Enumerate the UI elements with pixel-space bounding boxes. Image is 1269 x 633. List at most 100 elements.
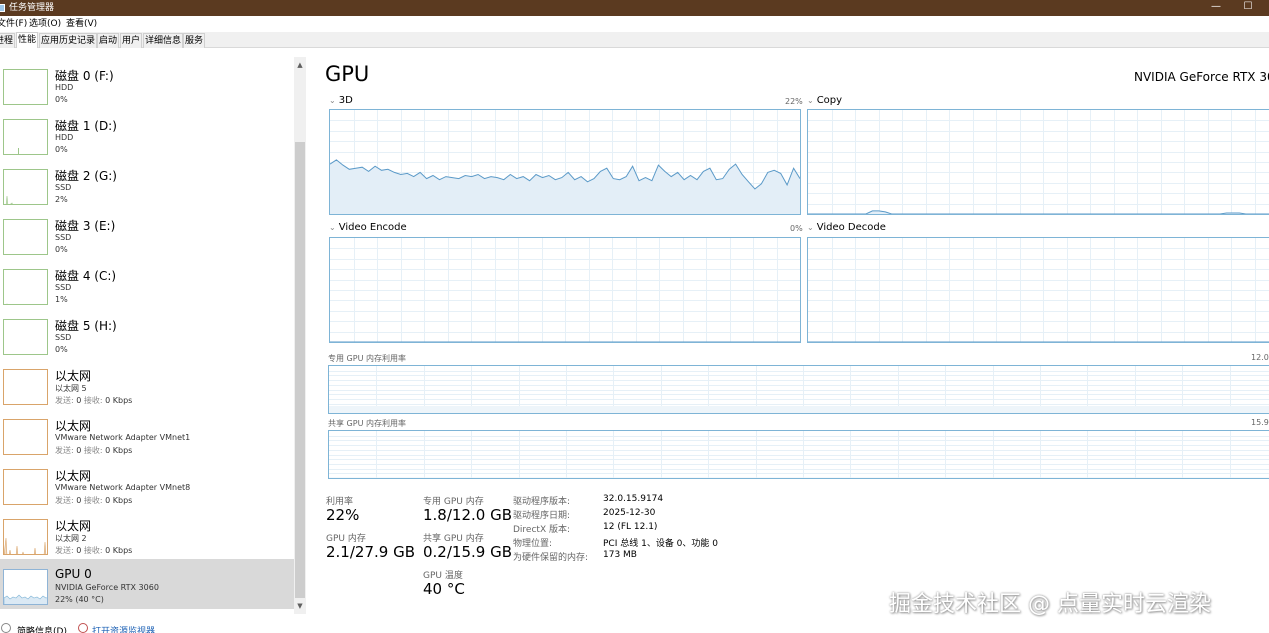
resource-name: 磁盘 5 (H:)	[55, 319, 117, 333]
disk-mini-graph	[3, 119, 48, 155]
resource-value: 0%	[55, 245, 68, 254]
resource-name: 磁盘 1 (D:)	[55, 119, 117, 133]
watermark-text: 掘金技术社区 @ 点量实时云渲染	[889, 592, 1211, 617]
resource-disk-2[interactable]: 磁盘 2 (G:) SSD 2%	[0, 159, 294, 209]
resource-disk-5[interactable]: 磁盘 5 (H:) SSD 0%	[0, 309, 294, 359]
resource-value: 发送: 0 接收: 0 Kbps	[55, 446, 133, 455]
engine-copy-graph	[807, 109, 1269, 215]
open-resource-monitor-link[interactable]: 打开资源监视器	[92, 624, 155, 633]
resource-ethernet-vmnet1[interactable]: 以太网 VMware Network Adapter VMnet1 发送: 0 …	[0, 409, 294, 459]
task-manager-icon	[0, 4, 5, 12]
engine-video-decode-graph	[807, 237, 1269, 343]
directx-version-key: DirectX 版本:	[513, 525, 571, 535]
driver-version-value: 32.0.15.9174	[603, 494, 664, 504]
physical-location-key: 物理位置:	[513, 539, 553, 549]
menu-bar: 文件(F) 选项(O) 查看(V)	[0, 16, 1269, 32]
gpu-model-name: NVIDIA GeForce RTX 30	[1134, 70, 1269, 84]
resource-gpu-0[interactable]: GPU 0 NVIDIA GeForce RTX 3060 22% (40 °C…	[0, 559, 294, 609]
engine-selector-video-decode[interactable]: ⌄ Video Decode	[807, 222, 886, 233]
ethernet-mini-graph	[3, 419, 48, 455]
tab-startup[interactable]: 启动	[97, 33, 120, 48]
engine-selector-3d[interactable]: ⌄ 3D	[329, 95, 353, 106]
resource-disk-1[interactable]: 磁盘 1 (D:) HDD 0%	[0, 109, 294, 159]
resource-disk-0[interactable]: 磁盘 0 (F:) HDD 0%	[0, 59, 294, 109]
shared-memory-stat-value: 0.2/15.9 GB	[423, 543, 512, 561]
fewer-details-link[interactable]: 简略信息(D)	[17, 624, 67, 633]
resource-type: NVIDIA GeForce RTX 3060	[55, 583, 159, 592]
directx-version-value: 12 (FL 12.1)	[603, 522, 658, 532]
disk-mini-graph	[3, 269, 48, 305]
resource-type: VMware Network Adapter VMnet8	[55, 483, 191, 492]
disk-mini-graph	[3, 319, 48, 355]
driver-date-key: 驱动程序日期:	[513, 511, 571, 521]
resource-value: 22% (40 °C)	[55, 595, 104, 604]
resource-value: 0%	[55, 345, 68, 354]
resource-monitor-icon[interactable]	[78, 623, 88, 633]
disk-mini-graph	[3, 69, 48, 105]
engine-3d-percent: 22%	[785, 97, 803, 106]
resource-type: SSD	[55, 233, 72, 242]
engine-3d-graph	[329, 109, 801, 215]
footer-bar: 简略信息(D) 打开资源监视器	[0, 621, 1269, 633]
ethernet-mini-graph	[3, 519, 48, 555]
resource-name: 以太网	[55, 369, 92, 383]
resource-disk-4[interactable]: 磁盘 4 (C:) SSD 1%	[0, 259, 294, 309]
resource-value: 1%	[55, 295, 68, 304]
chevron-down-icon: ⌄	[329, 223, 336, 232]
tab-services[interactable]: 服务	[183, 33, 206, 48]
resource-name: 磁盘 3 (E:)	[55, 219, 116, 233]
engine-video-encode-percent: 0%	[790, 224, 803, 233]
menu-options[interactable]: 选项(O)	[29, 16, 61, 32]
shared-memory-label: 共享 GPU 内存利用率	[328, 419, 406, 428]
memory-usage-fill	[329, 406, 1269, 413]
tab-app-history[interactable]: 应用历史记录	[39, 33, 98, 48]
menu-view[interactable]: 查看(V)	[66, 16, 97, 32]
resource-list: 磁盘 0 (F:) HDD 0% 磁盘 1 (D:) HDD 0% 磁盘 2 (…	[0, 57, 306, 614]
resource-value: 0%	[55, 145, 68, 154]
tab-details[interactable]: 详细信息	[143, 33, 184, 48]
resource-type: 以太网 2	[55, 534, 87, 543]
menu-file[interactable]: 文件(F)	[0, 16, 27, 32]
resource-type: HDD	[55, 133, 74, 142]
resource-ethernet-vmnet8[interactable]: 以太网 VMware Network Adapter VMnet8 发送: 0 …	[0, 459, 294, 509]
engine-video-encode-graph	[329, 237, 801, 343]
reserved-memory-key: 为硬件保留的内存:	[513, 553, 589, 563]
resource-ethernet-5[interactable]: 以太网 以太网 5 发送: 0 接收: 0 Kbps	[0, 359, 294, 409]
gpu-mini-graph	[3, 569, 48, 605]
shared-memory-graph	[328, 430, 1269, 479]
engine-selector-copy[interactable]: ⌄ Copy	[807, 95, 842, 106]
scroll-up-arrow-icon[interactable]: ▲	[294, 59, 306, 71]
resource-disk-3[interactable]: 磁盘 3 (E:) SSD 0%	[0, 209, 294, 259]
reserved-memory-value: 173 MB	[603, 550, 637, 560]
dedicated-memory-max: 12.0	[1251, 353, 1269, 362]
physical-location-value: PCI 总线 1、设备 0、功能 0	[603, 539, 718, 549]
title-bar: 任务管理器 — ☐	[0, 0, 1269, 16]
resource-value: 0%	[55, 95, 68, 104]
tab-bar: 进程 性能 应用历史记录 启动 用户 详细信息 服务	[0, 32, 1269, 48]
ethernet-mini-graph	[3, 369, 48, 405]
resource-value: 发送: 0 接收: 0 Kbps	[55, 496, 133, 505]
chevron-down-icon: ⌄	[329, 96, 336, 105]
page-title: GPU	[325, 62, 370, 86]
tab-performance[interactable]: 性能	[16, 32, 39, 48]
resource-name: 磁盘 0 (F:)	[55, 69, 114, 83]
engine-selector-video-encode[interactable]: ⌄ Video Encode	[329, 222, 407, 233]
collapse-up-icon[interactable]	[1, 623, 11, 633]
resource-type: VMware Network Adapter VMnet1	[55, 433, 191, 442]
memory-usage-fill	[329, 477, 1269, 478]
maximize-button[interactable]: ☐	[1236, 0, 1260, 16]
dedicated-memory-label: 专用 GPU 内存利用率	[328, 354, 406, 363]
resource-value: 发送: 0 接收: 0 Kbps	[55, 396, 133, 405]
resource-type: SSD	[55, 183, 72, 192]
scroll-thumb[interactable]	[295, 142, 305, 598]
gpu-temperature-value: 40 °C	[423, 580, 465, 598]
scroll-down-arrow-icon[interactable]: ▼	[294, 600, 306, 612]
resource-ethernet-2[interactable]: 以太网 以太网 2 发送: 0 接收: 0 Kbps	[0, 509, 294, 559]
tab-processes[interactable]: 进程	[0, 33, 16, 48]
resource-name: 磁盘 2 (G:)	[55, 169, 117, 183]
tab-users[interactable]: 用户	[120, 33, 143, 48]
driver-date-value: 2025-12-30	[603, 508, 656, 518]
minimize-button[interactable]: —	[1204, 0, 1228, 16]
resource-list-scrollbar[interactable]: ▲ ▼	[294, 57, 306, 614]
resource-name: GPU 0	[55, 567, 92, 581]
